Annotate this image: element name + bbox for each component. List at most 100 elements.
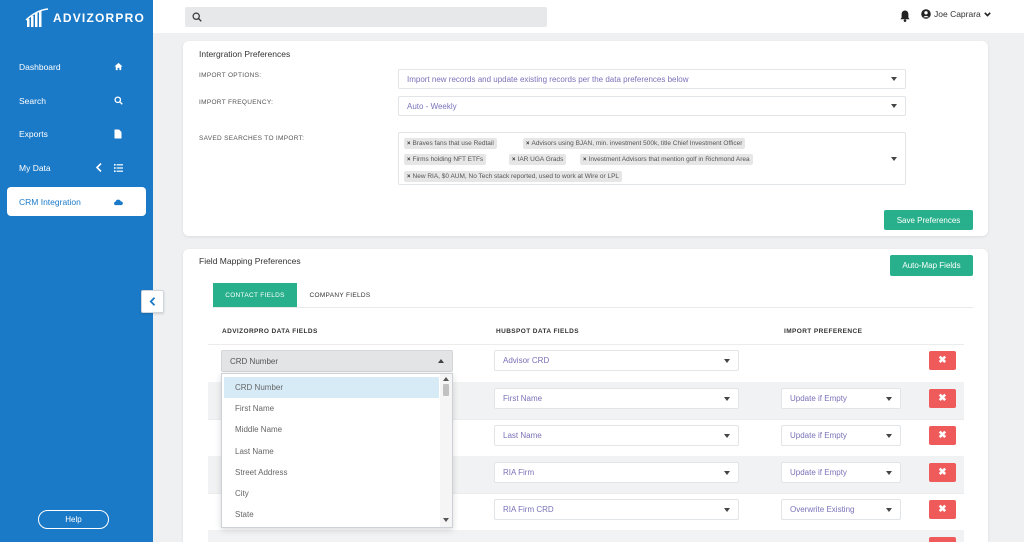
delete-row-button[interactable]: ✖ [929,500,956,519]
sidebar-item-label: CRM Integration [19,196,81,207]
field-mapping-title: Field Mapping Preferences [199,256,301,266]
hubspot-field-select[interactable]: First Name [494,388,739,409]
caret-down-icon [886,507,892,512]
saved-search-tag[interactable]: × Investment Advisors that mention golf i… [580,154,753,165]
chevron-left-icon[interactable] [96,163,102,172]
dropdown-option[interactable]: State [224,504,439,525]
list-icon [114,163,123,172]
remove-tag-icon[interactable]: × [512,157,516,163]
hubspot-field-value: First Name [503,394,543,403]
import-preference-select[interactable]: Update if Empty [781,425,901,446]
sidebar-item-exports[interactable]: Exports [7,119,146,148]
caret-down-icon [724,358,730,363]
user-avatar-icon [921,9,931,19]
scroll-up-arrow-icon[interactable] [443,377,449,381]
saved-search-tag[interactable]: × Firms holding NFT ETFs [404,154,487,165]
collapse-sidebar-button[interactable] [141,290,164,313]
brand-logo[interactable]: ADVIZORPRO [25,8,145,28]
tab-contact-fields[interactable]: CONTACT FIELDS [213,283,297,307]
scrollbar-thumb[interactable] [443,384,449,396]
remove-tag-icon[interactable]: × [526,141,530,147]
scroll-down-arrow-icon[interactable] [443,518,449,522]
caret-down-icon[interactable] [891,157,897,161]
hubspot-field-select[interactable]: RIA Firm CRD [494,499,739,520]
caret-down-icon [886,470,892,475]
import-preference-value: Overwrite Existing [790,505,855,514]
dropdown-option[interactable]: CRD Number [224,377,439,398]
import-preference-select[interactable]: Update if Empty [781,388,901,409]
user-name: Joe Caprara [934,9,981,19]
saved-search-tag-label: Advisors using BJAN, min. investment 500… [531,140,743,147]
delete-row-button[interactable]: ✖ [929,426,956,445]
hubspot-field-value: RIA Firm [503,468,535,477]
hubspot-field-value: RIA Firm CRD [503,505,554,514]
home-icon [113,62,123,72]
saved-search-tag[interactable]: × New RIA, $0 AUM, No Tech stack reported… [404,171,623,182]
user-menu[interactable]: Joe Caprara [921,9,991,19]
saved-search-tag[interactable]: × Braves fans that use Redtail [404,138,497,149]
saved-search-tag[interactable]: × IAR UGA Grads [509,154,567,165]
import-preference-value: Update if Empty [790,431,847,440]
help-button[interactable]: Help [38,510,109,529]
remove-tag-icon[interactable]: × [583,157,587,163]
import-options-select[interactable]: Import new records and update existing r… [398,69,906,89]
dropdown-option[interactable]: Street Address [224,462,439,483]
sidebar-item-search[interactable]: Search [7,86,146,115]
tab-company-fields[interactable]: COMPANY FIELDS [300,283,380,307]
sidebar-item-dashboard[interactable]: Dashboard [7,52,146,81]
bell-icon[interactable] [899,9,911,23]
sidebar-item-my-data[interactable]: My Data [7,153,146,182]
column-header-advizorpro: ADVIZORPRO DATA FIELDS [222,328,318,335]
caret-down-icon [724,507,730,512]
remove-tag-icon[interactable]: × [407,141,411,147]
sidebar-item-label: Dashboard [19,61,61,72]
caret-up-icon [438,359,444,363]
save-preferences-button[interactable]: Save Preferences [884,210,973,230]
import-options-label: IMPORT OPTIONS: [199,72,262,79]
brand-name: ADVIZORPRO [53,11,146,25]
chevron-down-icon [984,11,991,17]
saved-search-tag-label: Investment Advisors that mention golf in… [588,156,750,163]
dropdown-scrollbar[interactable] [440,374,452,527]
delete-row-button[interactable]: ✖ [929,389,956,408]
remove-tag-icon[interactable]: × [407,174,411,180]
caret-down-icon [891,104,897,108]
my-data-icons [96,163,123,172]
caret-down-icon [724,396,730,401]
saved-search-tag[interactable]: × Advisors using BJAN, min. investment 50… [523,138,746,149]
remove-tag-icon[interactable]: × [407,157,411,163]
row-divider [208,344,964,345]
dropdown-option[interactable]: First Name [224,398,439,419]
hubspot-field-select[interactable]: Advisor CRD [494,350,739,371]
dropdown-option[interactable]: City [224,483,439,504]
caret-down-icon [724,470,730,475]
caret-down-icon [891,77,897,81]
delete-row-button[interactable] [929,537,956,542]
chevron-left-icon [149,297,156,306]
auto-map-fields-button[interactable]: Auto-Map Fields [890,255,973,276]
delete-row-button[interactable]: ✖ [929,351,956,370]
import-preference-value: Update if Empty [790,394,847,403]
column-header-import-preference: IMPORT PREFERENCE [784,328,863,335]
logo-mark-icon [25,8,49,27]
caret-down-icon [724,433,730,438]
hubspot-field-select[interactable]: RIA Firm [494,462,739,483]
import-frequency-select[interactable]: Auto - Weekly [398,96,906,116]
sidebar-item-crm-integration[interactable]: CRM Integration [7,187,146,216]
saved-search-tag-label: New RIA, $0 AUM, No Tech stack reported,… [412,173,620,180]
saved-search-tag-label: IAR UGA Grads [517,156,564,163]
import-preference-select[interactable]: Overwrite Existing [781,499,901,520]
advizorpro-field-select[interactable]: CRD Number [221,350,453,372]
search-input[interactable] [185,7,547,27]
saved-searches-multiselect[interactable]: × Braves fans that use Redtail × Advisors … [398,132,906,185]
cloud-icon [113,197,123,207]
advizorpro-field-value: CRD Number [230,356,279,366]
caret-down-icon [886,396,892,401]
dropdown-option[interactable]: Last Name [224,441,439,462]
import-preference-select[interactable]: Update if Empty [781,462,901,483]
hubspot-field-select[interactable]: Last Name [494,425,739,446]
import-frequency-label: IMPORT FREQUENCY: [199,99,274,106]
dropdown-option[interactable]: Middle Name [224,419,439,440]
delete-row-button[interactable]: ✖ [929,463,956,482]
column-header-hubspot: HUBSPOT DATA FIELDS [496,328,579,335]
